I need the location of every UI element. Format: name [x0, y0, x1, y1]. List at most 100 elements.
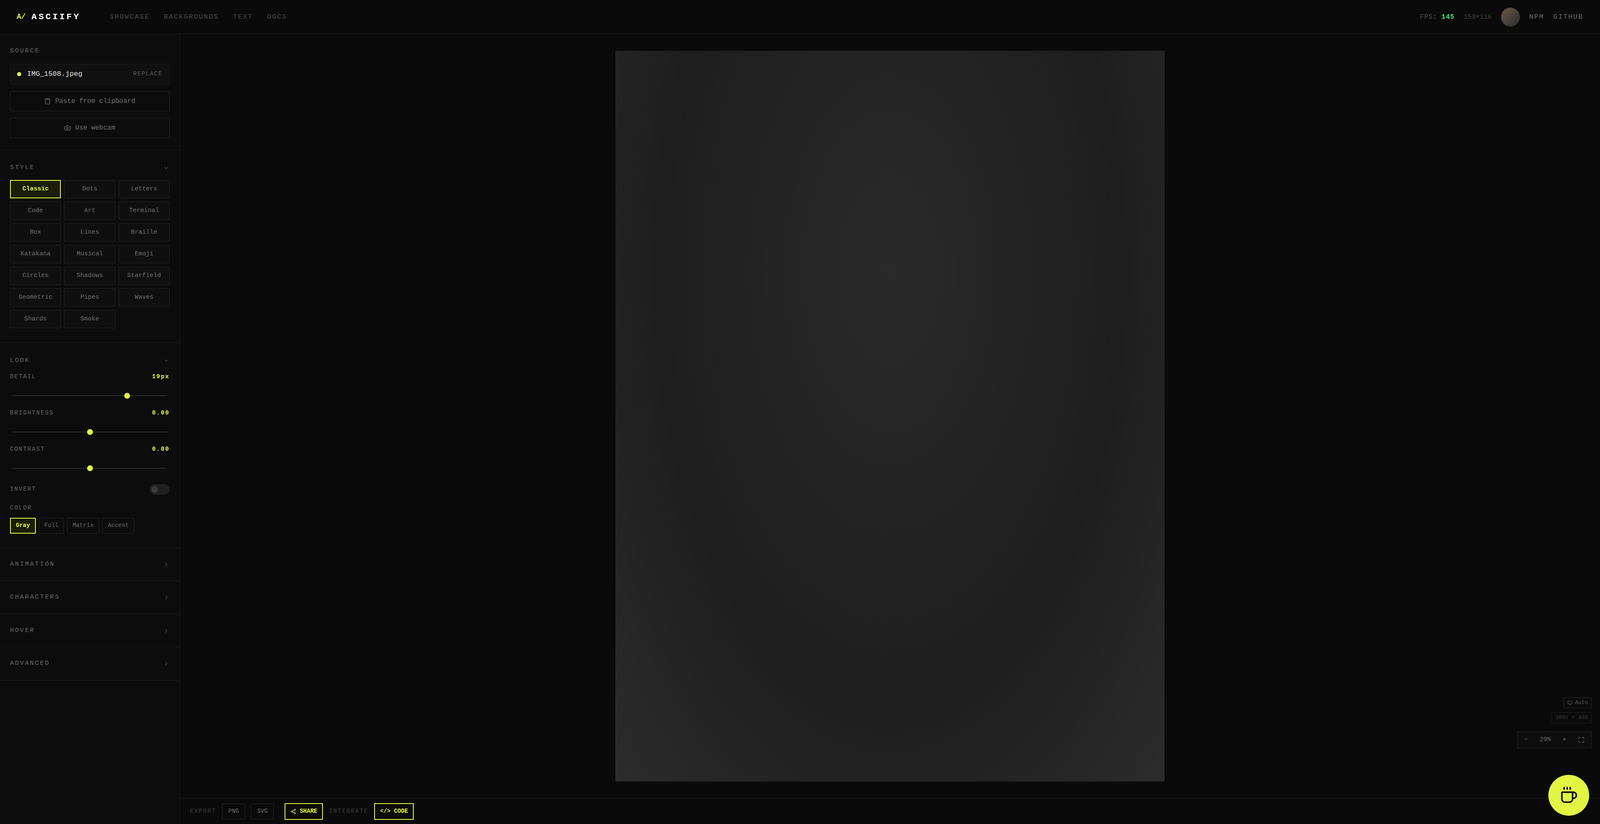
style-option[interactable]: Musical — [64, 245, 115, 264]
export-button[interactable]: SVG — [250, 803, 274, 820]
source-section: SOURCEIMG_1508.jpegREPLACEPaste from cli… — [0, 34, 180, 150]
collapsed-section: ANIMATION — [0, 548, 180, 582]
coffee-cup-icon — [1559, 786, 1578, 805]
style-option[interactable]: Shadows — [64, 266, 115, 285]
clipboard-icon — [44, 97, 51, 105]
style-option[interactable]: Dots — [64, 180, 115, 199]
slider[interactable] — [12, 462, 168, 475]
style-option[interactable]: Shards — [10, 310, 61, 329]
zoom-control: − 29% + — [1517, 731, 1592, 749]
chevron-right-icon — [162, 594, 170, 601]
dimensions: 360c × 403 — [1551, 712, 1592, 724]
style-header[interactable]: STYLE — [10, 163, 170, 173]
style-option[interactable]: Lines — [64, 223, 115, 242]
file-row: IMG_1508.jpeg REPLACE — [10, 63, 170, 85]
grid-size: 159×116 — [1463, 12, 1492, 23]
style-option[interactable]: Emoji — [118, 245, 170, 264]
style-option[interactable]: Braille — [118, 223, 170, 242]
slider[interactable] — [12, 389, 168, 403]
slider-row: BRIGHTNESS0.00 — [10, 408, 170, 439]
source-button[interactable]: Use webcam — [10, 117, 170, 138]
slider-thumb[interactable] — [87, 465, 93, 472]
style-option[interactable]: Code — [10, 201, 61, 220]
slider-thumb[interactable] — [124, 392, 130, 399]
style-option[interactable]: Pipes — [64, 288, 115, 307]
chevron-right-icon — [162, 627, 170, 635]
code-button[interactable]: </> CODE — [374, 803, 414, 820]
header-link[interactable]: NPM — [1529, 12, 1545, 23]
section-header[interactable]: CHARACTERS — [10, 592, 170, 603]
replace-button[interactable]: REPLACE — [132, 69, 163, 79]
fullscreen-icon[interactable] — [1577, 736, 1585, 744]
style-option[interactable]: Starfield — [118, 266, 170, 285]
style-option[interactable]: Geometric — [10, 288, 61, 307]
section-header[interactable]: ADVANCED — [10, 659, 170, 669]
auto-button[interactable]: Auto — [1563, 697, 1592, 709]
status-dot — [17, 72, 22, 77]
style-option[interactable]: Waves — [118, 288, 170, 307]
color-row: COLORGrayFullMatrixAccent — [10, 502, 170, 534]
slider-row: CONTRAST0.00 — [10, 445, 170, 475]
style-option[interactable]: Art — [64, 201, 115, 220]
view-controls: Auto 360c × 403 − 29% + — [1517, 697, 1592, 749]
canvas-area: Auto 360c × 403 − 29% + — [180, 34, 1600, 799]
app: A/ASCIIFY SHOWCASE BACKGROUNDS TEXT DOCS FPS:… — [0, 0, 1600, 824]
look-header[interactable]: LOOK — [10, 356, 170, 366]
header-link[interactable]: GITHUB — [1553, 12, 1584, 23]
collapsed-section: CHARACTERS — [0, 581, 180, 615]
coffee-button[interactable] — [1548, 775, 1590, 816]
zoom-in-button[interactable]: + — [1562, 735, 1567, 745]
sidebar: SOURCEIMG_1508.jpegREPLACEPaste from cli… — [0, 34, 180, 824]
logo-mark[interactable]: A/ — [16, 11, 26, 23]
share-button[interactable]: SHARE — [284, 803, 323, 820]
nav: SHOWCASE BACKGROUNDS TEXT DOCS — [109, 12, 288, 23]
share-icon — [290, 808, 297, 815]
color-option[interactable]: Full — [39, 517, 65, 534]
slider[interactable] — [12, 425, 168, 439]
chevron-down-icon — [162, 164, 170, 172]
fps-counter: FPS: 145 — [1420, 12, 1455, 23]
style-option[interactable]: Terminal — [118, 201, 170, 220]
style-option[interactable]: Smoke — [64, 310, 115, 329]
look-section: LOOK DETAIL19px BRIGHTNESS0.00 CONTRAST0.00… — [0, 342, 180, 549]
export-button[interactable]: PNG — [222, 803, 245, 820]
bottom-bar: EXPORTPNGSVGSHAREINTEGRATE</> CODE — [180, 798, 1600, 824]
nav-item[interactable]: TEXT — [232, 12, 253, 23]
chevron-right-icon — [162, 561, 170, 568]
section-header[interactable]: ANIMATION — [10, 560, 170, 570]
nav-item[interactable]: SHOWCASE — [109, 12, 150, 23]
style-option[interactable]: Letters — [118, 180, 170, 199]
avatar[interactable] — [1500, 7, 1520, 27]
style-section: STYLE ClassicDotsLetters CodeArtTerminal Bo… — [0, 150, 180, 344]
slider-reading: 0.00 — [152, 445, 170, 454]
style-option[interactable]: Box — [10, 223, 61, 242]
color-option[interactable]: Matrix — [67, 517, 99, 534]
ascii-preview[interactable] — [615, 50, 1165, 782]
style-grid: ClassicDotsLetters CodeArtTerminal BoxLine… — [10, 180, 170, 329]
monitor-icon — [1567, 700, 1573, 706]
chevron-right-icon — [162, 660, 170, 668]
camera-icon — [64, 124, 71, 132]
zoom-out-button[interactable]: − — [1524, 735, 1528, 745]
section-header[interactable]: HOVER — [10, 626, 170, 636]
style-option[interactable]: Circles — [10, 266, 61, 285]
invert-toggle[interactable] — [149, 484, 170, 495]
collapsed-section: ADVANCED — [0, 647, 180, 681]
color-option[interactable]: Accent — [102, 517, 135, 534]
slider-thumb[interactable] — [87, 429, 93, 435]
nav-item[interactable]: BACKGROUNDS — [163, 12, 219, 23]
nav-item[interactable]: DOCS — [267, 12, 288, 23]
slider-reading: 19px — [152, 372, 170, 382]
slider-row: DETAIL19px — [10, 372, 170, 403]
zoom-value: 29% — [1539, 735, 1551, 745]
file-name: IMG_1508.jpeg — [27, 68, 83, 80]
style-option[interactable]: Katakana — [10, 245, 61, 264]
style-option[interactable]: Classic — [10, 180, 61, 199]
slider-reading: 0.00 — [152, 408, 170, 418]
chevron-down-icon — [162, 357, 170, 365]
source-button[interactable]: Paste from clipboard — [10, 91, 170, 112]
color-option[interactable]: Gray — [10, 517, 36, 534]
header-right: FPS: 145 159×116 NPM GITHUB — [1420, 7, 1584, 27]
collapsed-section: HOVER — [0, 614, 180, 648]
logo-title[interactable]: ASCIIFY — [31, 10, 81, 24]
